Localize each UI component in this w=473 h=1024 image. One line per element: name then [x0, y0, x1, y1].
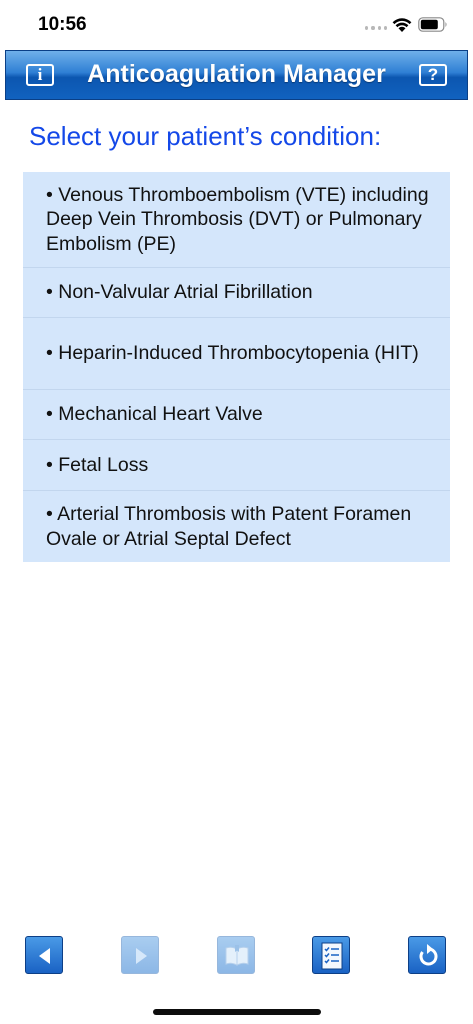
battery-icon	[418, 17, 447, 32]
signal-icon	[365, 24, 387, 32]
app-title: Anticoagulation Manager	[87, 60, 386, 88]
status-time: 10:56	[38, 14, 87, 35]
condition-item-nvaf[interactable]: • Non-Valvular Atrial Fibrillation	[23, 268, 450, 318]
forward-button[interactable]	[121, 936, 159, 974]
title-bar: i Anticoagulation Manager ?	[5, 50, 468, 100]
app-screen: 10:56 i Anticoagulation Manager ? Select…	[0, 0, 473, 1024]
home-indicator[interactable]	[153, 1009, 321, 1015]
condition-item-fetal-loss[interactable]: • Fetal Loss	[23, 440, 450, 491]
arrow-right-icon	[136, 948, 147, 964]
checklist-icon	[321, 942, 343, 970]
wifi-icon	[392, 18, 412, 32]
help-button[interactable]: ?	[419, 64, 447, 86]
book-button[interactable]	[217, 936, 255, 974]
restart-icon	[419, 944, 438, 966]
condition-item-mechanical-valve[interactable]: • Mechanical Heart Valve	[23, 390, 450, 440]
condition-list: • Venous Thromboembolism (VTE) including…	[23, 172, 450, 562]
checklist-button[interactable]	[312, 936, 350, 974]
status-bar: 10:56	[0, 0, 473, 50]
arrow-left-icon	[39, 948, 50, 964]
book-icon	[225, 945, 249, 966]
condition-item-hit[interactable]: • Heparin-Induced Thrombocytopenia (HIT)	[23, 318, 450, 390]
restart-button[interactable]	[408, 936, 446, 974]
page-heading: Select your patient’s condition:	[29, 121, 382, 151]
condition-item-vte[interactable]: • Venous Thromboembolism (VTE) including…	[23, 172, 450, 268]
back-button[interactable]	[25, 936, 63, 974]
condition-item-arterial-thrombosis[interactable]: • Arterial Thrombosis with Patent Forame…	[23, 491, 450, 562]
